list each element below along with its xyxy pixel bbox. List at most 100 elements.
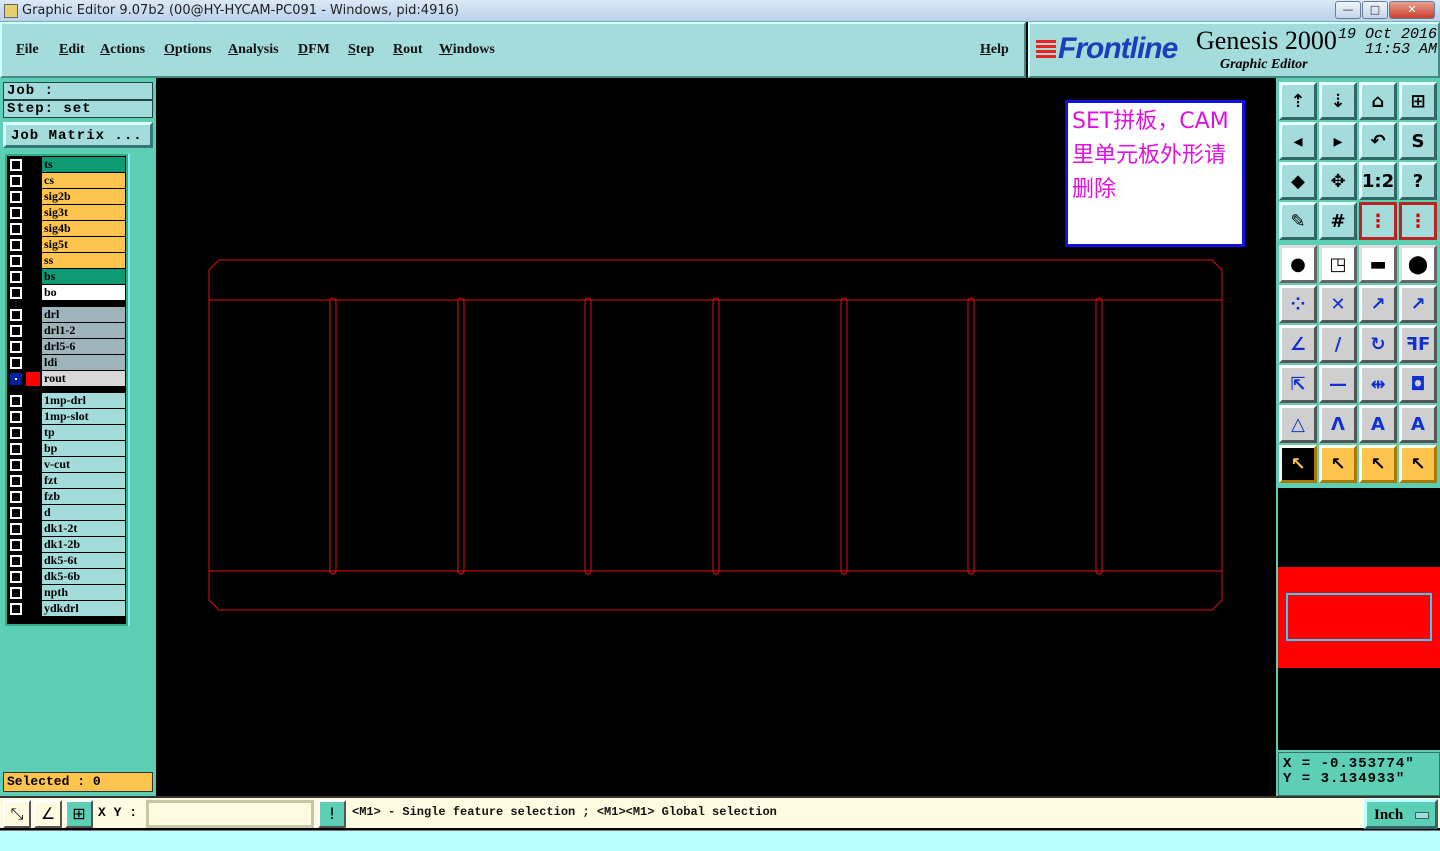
line2-icon[interactable]: / (1319, 325, 1357, 363)
layer-row[interactable]: sig2b (7, 189, 126, 205)
layer-name[interactable]: ldi (42, 355, 125, 370)
layer-name[interactable]: sig4b (42, 221, 125, 236)
layer-name[interactable]: 1mp-drl (42, 393, 125, 408)
tools-icon[interactable]: ✎ (1279, 202, 1317, 240)
layer-checkbox[interactable] (10, 475, 22, 487)
xy-input[interactable] (146, 800, 314, 828)
layer-name[interactable]: tp (42, 425, 125, 440)
layer-row[interactable]: dk1-2t (7, 521, 126, 537)
menu-edit[interactable]: Edit (59, 42, 85, 58)
layer-name[interactable]: fzt (42, 473, 125, 488)
layer-checkbox[interactable] (10, 207, 22, 219)
layer-row[interactable]: rout (7, 371, 126, 387)
layer-name[interactable]: dk5-6t (42, 553, 125, 568)
menu-dfm[interactable]: DFM (298, 42, 330, 58)
triangle-icon[interactable]: △ (1279, 405, 1317, 443)
triangle2-icon[interactable]: Λ (1319, 405, 1357, 443)
layer-row[interactable]: dk1-2b (7, 537, 126, 553)
menu-analysis[interactable]: Analysis (228, 42, 279, 58)
delete-icon[interactable]: ✕ (1319, 285, 1357, 323)
angle-icon[interactable]: ∠ (34, 800, 62, 828)
layer-name[interactable]: dk5-6b (42, 569, 125, 584)
layer-row[interactable]: fzb (7, 489, 126, 505)
pad-icon[interactable]: ⬤ (1399, 245, 1437, 283)
select-box-icon[interactable]: ↖ (1319, 445, 1357, 483)
layer-checkbox[interactable] (10, 309, 22, 321)
layout-xy-icon[interactable]: ⊞ (1399, 82, 1437, 120)
maximize-button[interactable]: □ (1362, 1, 1388, 19)
segment-icon[interactable]: — (1319, 365, 1357, 403)
help-icon[interactable]: ? (1399, 162, 1437, 200)
layer-name[interactable]: drl5-6 (42, 339, 125, 354)
layer-checkbox[interactable] (10, 555, 22, 567)
resize-icon[interactable]: ⇱ (1279, 365, 1317, 403)
layer-checkbox[interactable] (10, 287, 22, 299)
layer-name[interactable]: rout (42, 371, 125, 386)
layer-checkbox[interactable] (10, 603, 22, 615)
layer-scrollbar[interactable] (128, 154, 155, 626)
layer-row[interactable]: ts (7, 157, 126, 173)
layer-checkbox[interactable] (10, 373, 22, 385)
layer-name[interactable]: v-cut (42, 457, 125, 472)
center-icon[interactable]: ✥ (1319, 162, 1357, 200)
layer-checkbox[interactable] (10, 507, 22, 519)
layer-name[interactable]: drl (42, 307, 125, 322)
layer-checkbox[interactable] (10, 459, 22, 471)
layer-checkbox[interactable] (10, 443, 22, 455)
layer-row[interactable]: bs (7, 269, 126, 285)
layer-row[interactable]: bp (7, 441, 126, 457)
menu-windows[interactable]: Windows (439, 42, 495, 58)
layer-name[interactable]: ydkdrl (42, 601, 125, 616)
layer-row[interactable]: bo (7, 285, 126, 301)
select-arrow-icon[interactable]: ↖ (1279, 445, 1317, 483)
unit-selector[interactable]: Inch (1364, 799, 1438, 829)
copy-icon[interactable]: ↗ (1399, 285, 1437, 323)
layer-row[interactable]: d (7, 505, 126, 521)
zoom-top-icon[interactable]: ⇡ (1279, 82, 1317, 120)
layer-checkbox[interactable] (10, 395, 22, 407)
layer-row[interactable]: 1mp-slot (7, 409, 126, 425)
pan-left-icon[interactable]: ◂ (1279, 122, 1317, 160)
layer-checkbox[interactable] (10, 427, 22, 439)
layer-name[interactable]: sig3t (42, 205, 125, 220)
layer-checkbox[interactable] (10, 255, 22, 267)
measure-ruler-icon[interactable]: ▬ (1359, 245, 1397, 283)
move-icon[interactable]: ↗ (1359, 285, 1397, 323)
layer-checkbox[interactable] (10, 325, 22, 337)
layer-row[interactable]: dk5-6b (7, 569, 126, 585)
layer-checkbox[interactable] (10, 357, 22, 369)
layer-row[interactable]: ss (7, 253, 126, 269)
snap-icon[interactable]: S (1399, 122, 1437, 160)
arch-icon[interactable]: A (1359, 405, 1397, 443)
layer-checkbox[interactable] (10, 175, 22, 187)
feature-info-icon[interactable]: ● (1279, 245, 1317, 283)
snap-diagonal-icon[interactable]: ⤡ (3, 800, 31, 828)
layer-checkbox[interactable] (10, 191, 22, 203)
layer-name[interactable]: dk1-2b (42, 537, 125, 552)
shapes-icon[interactable]: ◘ (1399, 365, 1437, 403)
home-icon[interactable]: ⌂ (1359, 82, 1397, 120)
rotate-icon[interactable]: ↻ (1359, 325, 1397, 363)
select-poly-icon[interactable]: ↖ (1359, 445, 1397, 483)
layer-name[interactable]: dk1-2t (42, 521, 125, 536)
scale-icon[interactable]: 1:2 (1359, 162, 1397, 200)
layer-row[interactable]: sig4b (7, 221, 126, 237)
layer-checkbox[interactable] (10, 159, 22, 171)
layer-checkbox[interactable] (10, 411, 22, 423)
menu-help[interactable]: Help (980, 42, 1009, 58)
layer-row[interactable]: 1mp-drl (7, 393, 126, 409)
select-net-icon[interactable]: ↖ (1399, 445, 1437, 483)
layer-row[interactable]: ldi (7, 355, 126, 371)
menu-options[interactable]: Options (164, 42, 211, 58)
layer-name[interactable]: 1mp-slot (42, 409, 125, 424)
zoom-area-icon[interactable]: ◳ (1319, 245, 1357, 283)
layer-row[interactable]: v-cut (7, 457, 126, 473)
net-icon[interactable]: ⋮ (1359, 202, 1397, 240)
mirror-icon[interactable]: ꟻF (1399, 325, 1437, 363)
layer-checkbox[interactable] (10, 571, 22, 583)
layer-row[interactable]: tp (7, 425, 126, 441)
layer-row[interactable]: drl (7, 307, 126, 323)
fit-icon[interactable]: ◆ (1279, 162, 1317, 200)
layer-checkbox[interactable] (10, 523, 22, 535)
layer-row[interactable]: sig3t (7, 205, 126, 221)
